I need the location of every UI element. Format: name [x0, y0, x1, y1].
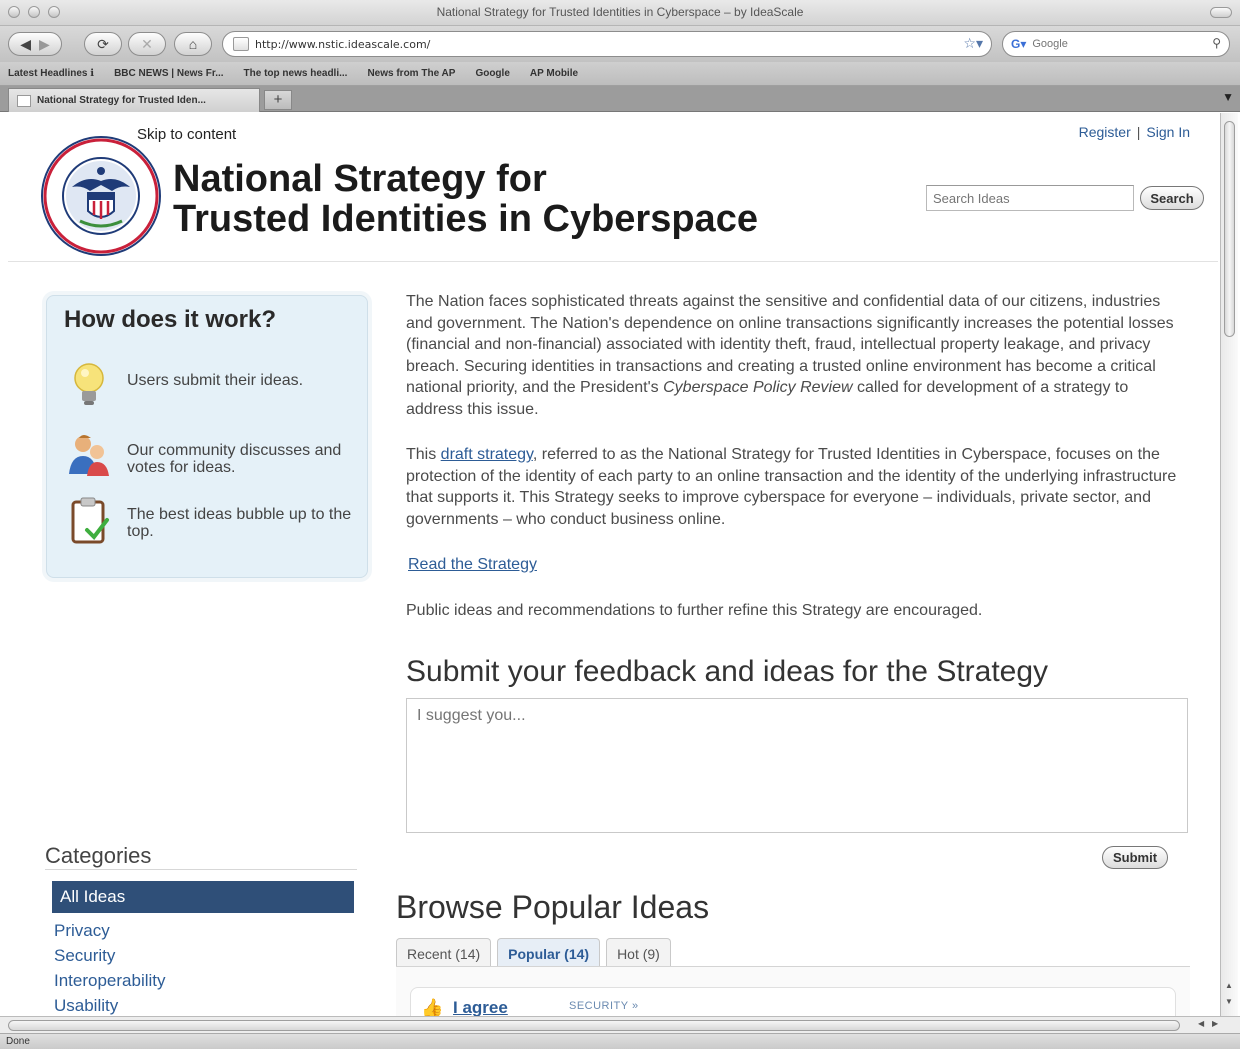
vertical-scroll-thumb[interactable]: [1224, 121, 1235, 337]
forward-arrow-icon[interactable]: ▶: [39, 36, 50, 53]
header-divider: [8, 261, 1218, 262]
bookmark-star-icon[interactable]: ☆▾: [963, 35, 983, 52]
intro-paragraph-1: The Nation faces sophisticated threats a…: [406, 291, 1188, 420]
home-button[interactable]: ⌂: [174, 32, 212, 56]
horizontal-scrollbar[interactable]: ◀ ▶: [0, 1016, 1240, 1033]
register-link[interactable]: Register: [1079, 124, 1131, 140]
scroll-right-arrow-icon[interactable]: ▶: [1212, 1019, 1218, 1028]
back-arrow-icon[interactable]: ◀: [20, 36, 31, 53]
category-security[interactable]: Security: [54, 946, 115, 966]
bookmark-latest-headlines[interactable]: Latest Headlines ℹ: [8, 68, 94, 79]
how-step-1: Users submit their ideas.: [63, 360, 353, 416]
idea-tabs: Recent (14) Popular (14) Hot (9): [396, 938, 671, 968]
browser-search-bar[interactable]: G▾ ⚲: [1002, 31, 1230, 57]
page-viewport: Skip to content Register | Sign In Nationa…: [8, 113, 1218, 1016]
category-all-ideas[interactable]: All Ideas: [52, 881, 354, 913]
tab-title: National Strategy for Trusted Iden...: [37, 95, 206, 106]
read-the-strategy-link[interactable]: Read the Strategy: [408, 556, 537, 573]
url-text[interactable]: http://www.nstic.ideascale.com/: [255, 38, 430, 51]
browser-search-input[interactable]: [1032, 38, 1193, 50]
browser-tab[interactable]: National Strategy for Trusted Iden...: [8, 88, 260, 112]
status-bar: Done: [0, 1033, 1240, 1049]
horizontal-scroll-thumb[interactable]: [8, 1020, 1180, 1031]
category-interoperability[interactable]: Interoperability: [54, 971, 166, 991]
back-forward-buttons[interactable]: ◀ ▶: [8, 32, 62, 56]
dhs-seal-logo: [41, 136, 161, 256]
intro-p2-text: This: [406, 446, 441, 463]
community-icon: [69, 435, 109, 476]
cyberspace-policy-review-title: Cyberspace Policy Review: [663, 379, 853, 396]
category-privacy[interactable]: Privacy: [54, 921, 110, 941]
tab-favicon-icon: [17, 94, 31, 107]
window-titlebar: National Strategy for Trusted Identities…: [0, 0, 1240, 26]
feedback-textarea[interactable]: [406, 698, 1188, 833]
vertical-scrollbar[interactable]: ▲ ▼: [1220, 113, 1238, 1016]
window-title: National Strategy for Trusted Identities…: [436, 5, 804, 19]
categories-divider: [45, 869, 357, 870]
tab-popular[interactable]: Popular (14): [497, 938, 601, 968]
magnifier-icon[interactable]: ⚲: [1212, 36, 1221, 50]
home-icon: ⌂: [188, 36, 198, 52]
site-title-line-2: Trusted Identities in Cyberspace: [173, 198, 758, 240]
how-it-works-box: How does it work? Users submit their ide…: [46, 295, 368, 578]
categories-title: Categories: [45, 843, 152, 868]
page-icon: [233, 37, 249, 51]
browser-toolbar: ◀ ▶ ⟳ ✕ ⌂ http://www.nstic.ideascale.com…: [0, 26, 1240, 62]
how-it-works-title: How does it work?: [64, 306, 277, 333]
intro-text: The Nation faces sophisticated threats a…: [406, 291, 1188, 645]
bookmarks-bar: Latest Headlines ℹ BBC NEWS | News Fr...…: [0, 62, 1240, 86]
toolbar-toggle-button[interactable]: [1210, 7, 1232, 18]
stop-icon: ✕: [141, 35, 153, 52]
browse-heading: Browse Popular Ideas: [396, 889, 710, 925]
bookmark-top-news[interactable]: The top news headli...: [244, 68, 348, 79]
bookmark-google[interactable]: Google: [475, 68, 509, 79]
search-button[interactable]: Search: [1140, 186, 1204, 210]
idea-title-link[interactable]: I agree: [453, 998, 508, 1016]
sign-in-link[interactable]: Sign In: [1146, 124, 1190, 140]
lightbulb-icon: [74, 363, 104, 405]
how-step-3-text: The best ideas bubble up to the top.: [127, 506, 352, 540]
stop-button[interactable]: ✕: [128, 32, 166, 56]
tab-menu-icon[interactable]: ▼: [1222, 90, 1234, 104]
reload-button[interactable]: ⟳: [84, 32, 122, 56]
reload-icon: ⟳: [97, 35, 109, 52]
thumbs-up-icon[interactable]: 👍: [421, 998, 443, 1016]
address-bar[interactable]: http://www.nstic.ideascale.com/ ☆▾: [222, 31, 992, 57]
idea-search-input[interactable]: [926, 185, 1134, 211]
submit-button[interactable]: Submit: [1102, 846, 1168, 869]
tab-recent[interactable]: Recent (14): [396, 938, 492, 968]
how-step-1-text: Users submit their ideas.: [127, 372, 304, 389]
new-tab-button[interactable]: +: [264, 90, 292, 110]
how-step-3: The best ideas bubble up to the top.: [63, 496, 353, 552]
idea-list-panel: 👍 I agree SECURITY »: [396, 966, 1190, 1016]
bookmark-bbc-news[interactable]: BBC NEWS | News Fr...: [114, 68, 223, 79]
intro-paragraph-3: Public ideas and recommendations to furt…: [406, 601, 983, 619]
draft-strategy-link[interactable]: draft strategy: [441, 446, 533, 463]
intro-paragraph-2: This draft strategy, referred to as the …: [406, 444, 1188, 530]
clipboard-check-icon: [71, 497, 109, 544]
bookmark-ap-news[interactable]: News from The AP: [367, 68, 455, 79]
scroll-left-arrow-icon[interactable]: ◀: [1198, 1019, 1204, 1028]
scroll-down-arrow-icon[interactable]: ▼: [1225, 997, 1233, 1006]
site-title-line-1: National Strategy for: [173, 158, 547, 200]
scroll-up-arrow-icon[interactable]: ▲: [1225, 981, 1233, 990]
site-title: National Strategy for Trusted Identities…: [173, 159, 758, 239]
bookmark-ap-mobile[interactable]: AP Mobile: [530, 68, 578, 79]
auth-links: Register | Sign In: [1079, 124, 1190, 140]
tab-hot[interactable]: Hot (9): [606, 938, 671, 968]
idea-category-link[interactable]: SECURITY »: [569, 1000, 639, 1012]
tab-strip: National Strategy for Trusted Iden... + …: [0, 86, 1240, 112]
how-step-2-text: Our community discusses and votes for id…: [127, 442, 342, 476]
how-step-2: Our community discusses and votes for id…: [63, 432, 353, 488]
intro-paragraph-read: Read the Strategy: [406, 554, 1188, 576]
google-icon[interactable]: G▾: [1011, 37, 1026, 51]
category-usability[interactable]: Usability: [54, 996, 118, 1016]
auth-separator: |: [1136, 124, 1141, 140]
feedback-heading: Submit your feedback and ideas for the S…: [406, 655, 1049, 688]
idea-card: 👍 I agree SECURITY »: [410, 987, 1176, 1016]
